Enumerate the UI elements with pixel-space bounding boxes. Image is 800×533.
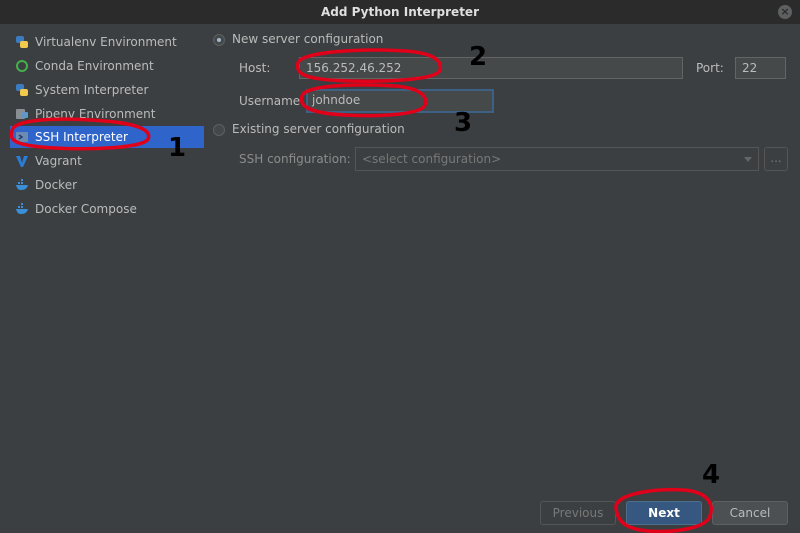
pipenv-icon — [16, 109, 28, 119]
browse-ssh-config-button[interactable]: ... — [764, 147, 788, 171]
title-bar: Add Python Interpreter × — [0, 0, 800, 24]
port-label: Port: — [696, 61, 724, 75]
sidebar-item-label: Pipenv Environment — [35, 107, 156, 121]
ssh-configuration-placeholder: <select configuration> — [362, 152, 502, 166]
sidebar-item-pipenv[interactable]: Pipenv Environment — [10, 103, 204, 125]
sidebar-item-label: SSH Interpreter — [35, 130, 128, 144]
host-label: Host: — [239, 61, 271, 75]
sidebar-item-virtualenv[interactable]: Virtualenv Environment — [10, 31, 204, 53]
sidebar-item-label: Conda Environment — [35, 59, 154, 73]
username-label: Username: — [239, 94, 305, 108]
conda-icon — [16, 60, 28, 72]
ssh-configuration-label: SSH configuration: — [239, 152, 351, 166]
close-icon[interactable]: × — [778, 5, 792, 19]
python-icon — [16, 36, 28, 48]
annotation-number-4: 4 — [702, 460, 721, 490]
new-server-label: New server configuration — [232, 32, 384, 46]
sidebar-item-label: Virtualenv Environment — [35, 35, 177, 49]
sidebar-item-docker[interactable]: Docker — [10, 174, 204, 196]
vagrant-icon — [16, 156, 28, 167]
next-button[interactable]: Next — [626, 501, 702, 525]
ssh-configuration-select[interactable]: <select configuration> — [355, 147, 759, 171]
window-title: Add Python Interpreter — [321, 5, 479, 19]
interpreter-type-list: Virtualenv Environment Conda Environment… — [0, 24, 206, 494]
ssh-terminal-icon — [16, 132, 28, 142]
existing-server-label: Existing server configuration — [232, 122, 405, 136]
sidebar-item-label: System Interpreter — [35, 83, 149, 97]
new-server-radio[interactable] — [213, 34, 225, 46]
docker-icon — [16, 203, 28, 214]
sidebar-item-label: Docker — [35, 178, 78, 192]
previous-button[interactable]: Previous — [540, 501, 616, 525]
docker-icon — [16, 179, 28, 190]
python-icon — [16, 84, 28, 96]
existing-server-radio[interactable] — [213, 124, 225, 136]
sidebar-item-docker-compose[interactable]: Docker Compose — [10, 198, 204, 220]
annotation-number-3: 3 — [454, 108, 473, 138]
sidebar-item-label: Docker Compose — [35, 202, 137, 216]
sidebar-item-system-interpreter[interactable]: System Interpreter — [10, 79, 204, 101]
annotation-number-2: 2 — [469, 42, 488, 72]
chevron-down-icon — [744, 157, 752, 162]
cancel-button[interactable]: Cancel — [712, 501, 788, 525]
sidebar-item-label: Vagrant — [35, 154, 82, 168]
sidebar-item-conda[interactable]: Conda Environment — [10, 55, 204, 77]
host-input[interactable]: 156.252.46.252 — [299, 57, 683, 79]
port-input[interactable]: 22 — [735, 57, 786, 79]
annotation-number-1: 1 — [168, 133, 187, 163]
